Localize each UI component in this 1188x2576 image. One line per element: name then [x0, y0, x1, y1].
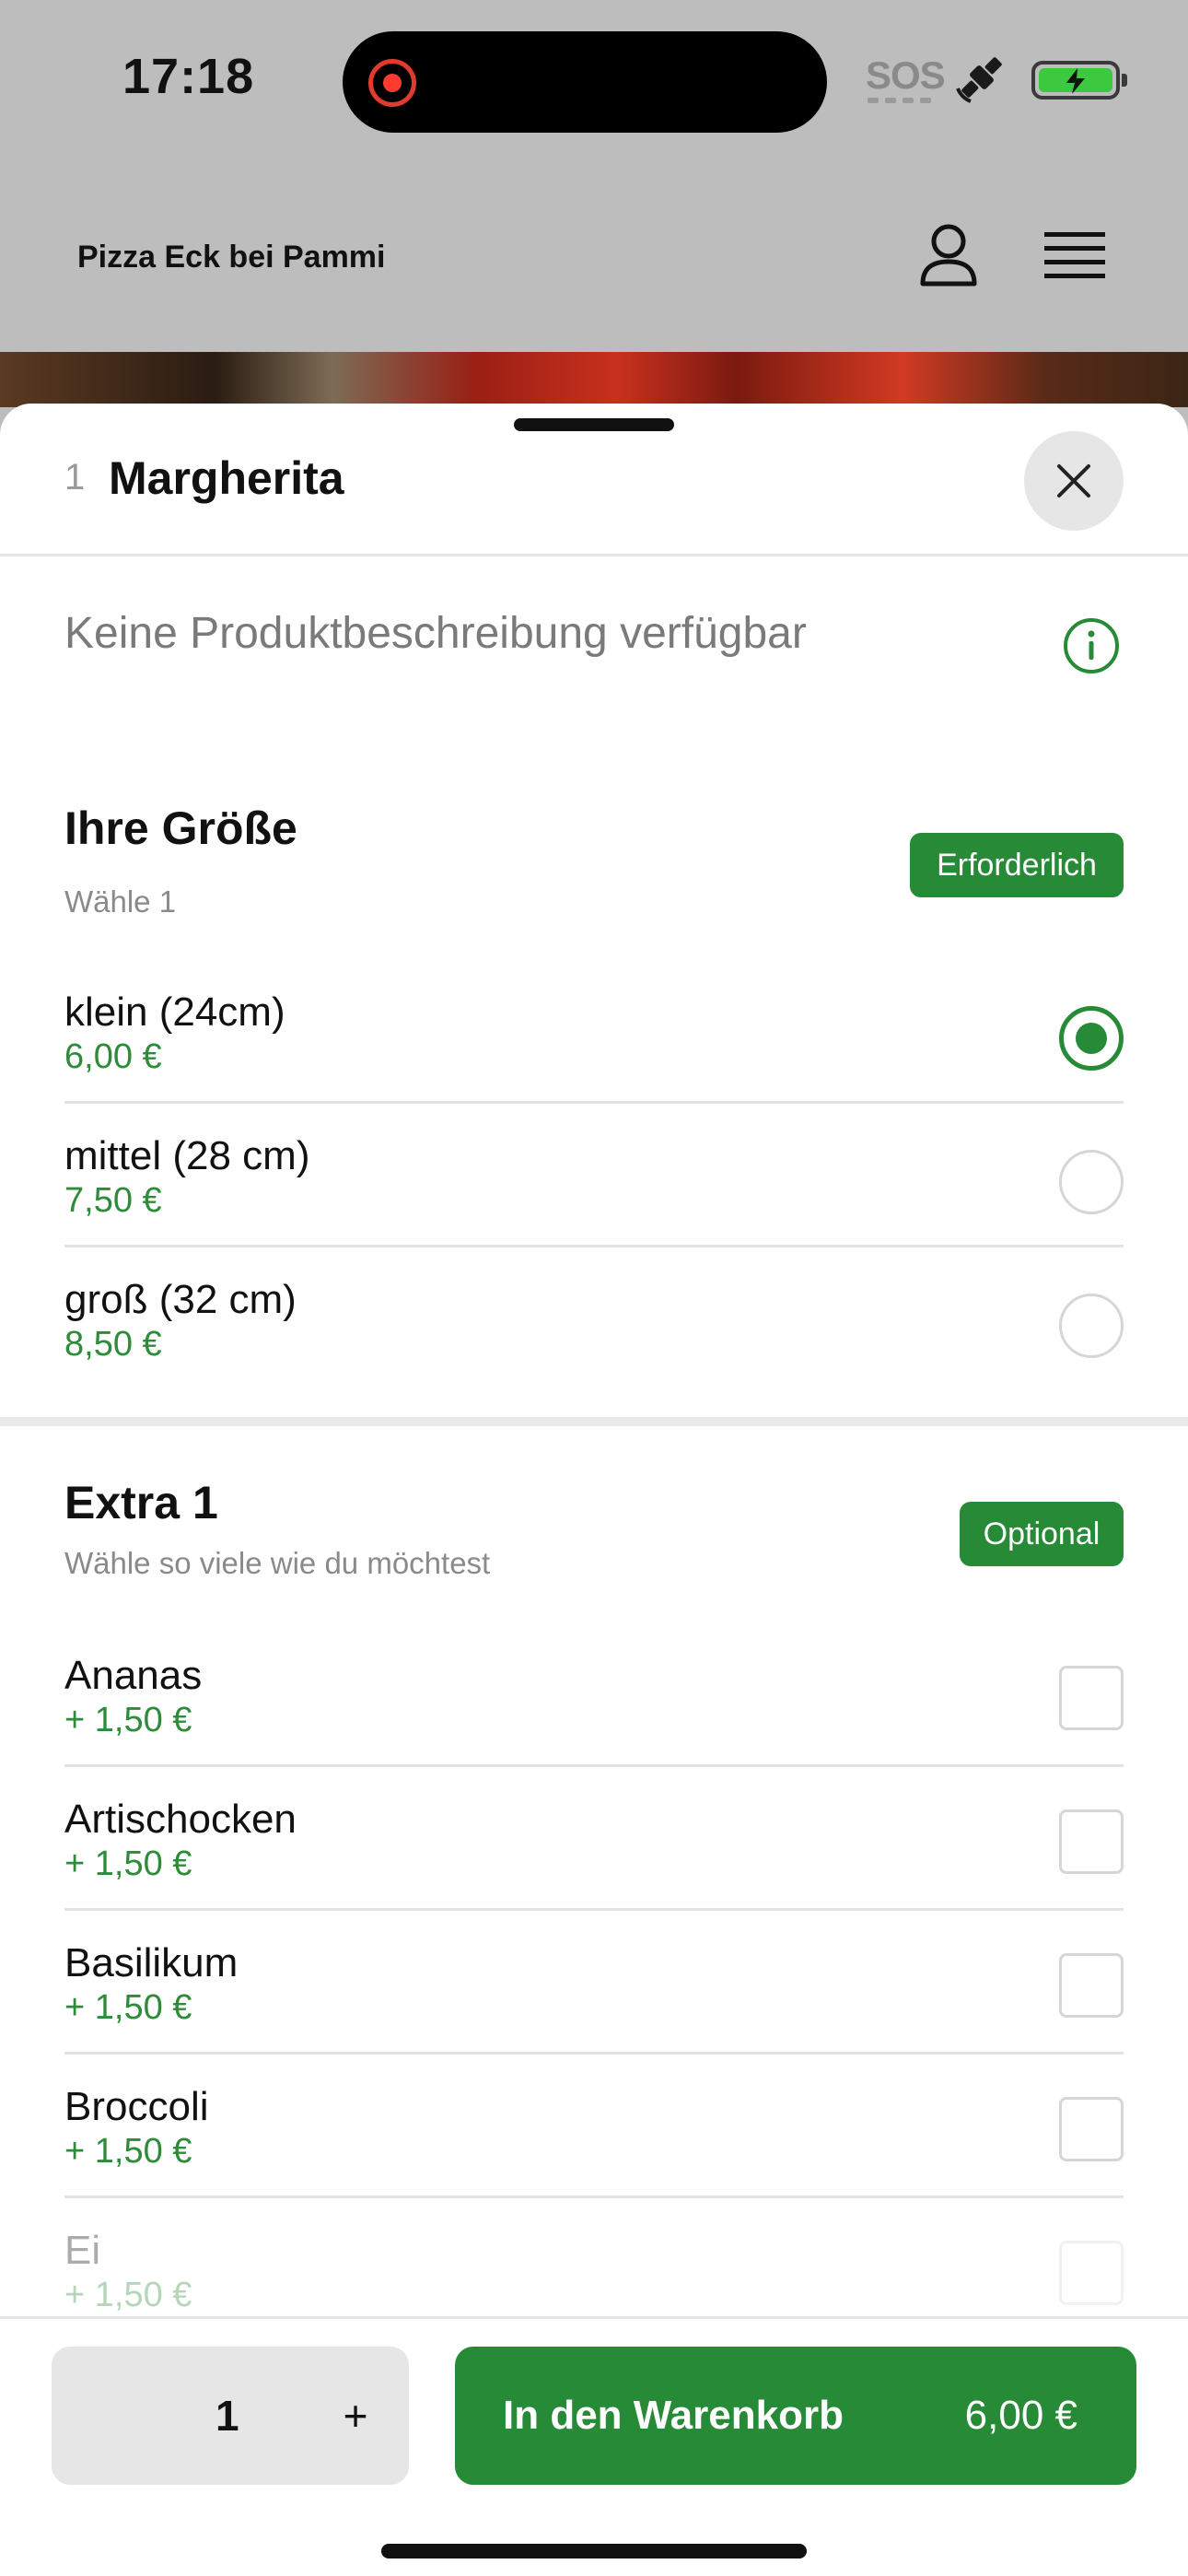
product-name: Margherita — [109, 452, 344, 504]
restaurant-name: Pizza Eck bei Pammi — [77, 240, 386, 275]
battery-icon — [1031, 61, 1127, 100]
size-option-name: groß (32 cm) — [64, 1277, 297, 1322]
screen-recording-icon — [368, 59, 416, 107]
radio-selected[interactable] — [1059, 1006, 1124, 1071]
quantity-stepper: 1 + — [52, 2347, 409, 2485]
extra-option-artischocken[interactable]: Artischocken + 1,50 € — [64, 1767, 1124, 1911]
checkbox[interactable] — [1059, 2097, 1124, 2161]
extra-option-price: + 1,50 € — [64, 2276, 192, 2314]
extra-option-price: + 1,50 € — [64, 2132, 192, 2171]
close-icon — [1057, 464, 1090, 498]
satellite-icon — [956, 57, 1002, 103]
size-group-subtitle: Wähle 1 — [64, 884, 177, 919]
extra-option-ananas[interactable]: Ananas + 1,50 € — [64, 1623, 1124, 1767]
size-option-price: 8,50 € — [64, 1325, 162, 1364]
hamburger-menu-icon[interactable] — [1044, 228, 1105, 284]
extra-option-name: Ananas — [64, 1653, 203, 1698]
bottom-action-bar: 1 + In den Warenkorb 6,00 € — [0, 2316, 1188, 2576]
product-title-row: 1 Margherita — [0, 404, 1188, 556]
add-to-cart-total: 6,00 € — [964, 2393, 1077, 2438]
size-group-title: Ihre Größe — [64, 802, 297, 854]
size-option-gross[interactable]: groß (32 cm) 8,50 € — [64, 1247, 1124, 1391]
extra-option-price: + 1,50 € — [64, 1701, 192, 1739]
extra-option-name: Basilikum — [64, 1940, 239, 1985]
checkbox[interactable] — [1059, 2241, 1124, 2305]
product-sheet: 1 Margherita Keine Produktbeschreibung v… — [0, 404, 1188, 2576]
extra-option-basilikum[interactable]: Basilikum + 1,50 € — [64, 1911, 1124, 2055]
charging-bolt-icon — [1066, 68, 1085, 94]
checkbox[interactable] — [1059, 1809, 1124, 1874]
product-description: Keine Produktbeschreibung verfügbar — [64, 609, 807, 658]
size-option-price: 7,50 € — [64, 1181, 162, 1220]
extra-group-subtitle: Wähle so viele wie du möchtest — [64, 1546, 491, 1580]
status-time: 17:18 — [122, 49, 255, 104]
extra-group-title: Extra 1 — [64, 1477, 218, 1528]
optional-badge: Optional — [960, 1502, 1124, 1566]
header-photo — [0, 352, 1188, 407]
required-badge: Erforderlich — [910, 833, 1124, 897]
checkbox[interactable] — [1059, 1666, 1124, 1730]
radio-unselected[interactable] — [1059, 1150, 1124, 1214]
checkbox[interactable] — [1059, 1953, 1124, 2018]
close-button[interactable] — [1024, 431, 1124, 531]
dynamic-island — [343, 31, 827, 133]
app-header: Pizza Eck bei Pammi — [0, 157, 1188, 352]
extra-option-price: + 1,50 € — [64, 1988, 192, 2027]
home-indicator[interactable] — [381, 2544, 807, 2558]
quantity-plus-button[interactable]: + — [328, 2383, 383, 2448]
sos-indicator: SOS — [866, 53, 946, 97]
product-number: 1 — [64, 457, 86, 498]
section-divider — [0, 1417, 1188, 1426]
info-icon[interactable] — [1063, 617, 1120, 674]
add-to-cart-button[interactable]: In den Warenkorb 6,00 € — [455, 2347, 1136, 2485]
extra-option-broccoli[interactable]: Broccoli + 1,50 € — [64, 2055, 1124, 2198]
radio-unselected[interactable] — [1059, 1294, 1124, 1358]
extra-option-name: Artischocken — [64, 1797, 297, 1842]
status-bar: 17:18 SOS — [0, 0, 1188, 157]
add-to-cart-label: In den Warenkorb — [503, 2393, 844, 2438]
size-option-price: 6,00 € — [64, 1037, 162, 1076]
extra-option-price: + 1,50 € — [64, 1844, 192, 1883]
size-option-mittel[interactable]: mittel (28 cm) 7,50 € — [64, 1104, 1124, 1247]
extra-option-name: Ei — [64, 2228, 101, 2273]
size-option-name: klein (24cm) — [64, 989, 285, 1035]
quantity-value: 1 — [215, 2392, 239, 2440]
extra-option-name: Broccoli — [64, 2084, 209, 2129]
size-option-klein[interactable]: klein (24cm) 6,00 € — [64, 960, 1124, 1104]
sos-dots-icon — [868, 98, 931, 103]
size-option-name: mittel (28 cm) — [64, 1133, 310, 1178]
user-account-icon[interactable] — [917, 221, 980, 287]
